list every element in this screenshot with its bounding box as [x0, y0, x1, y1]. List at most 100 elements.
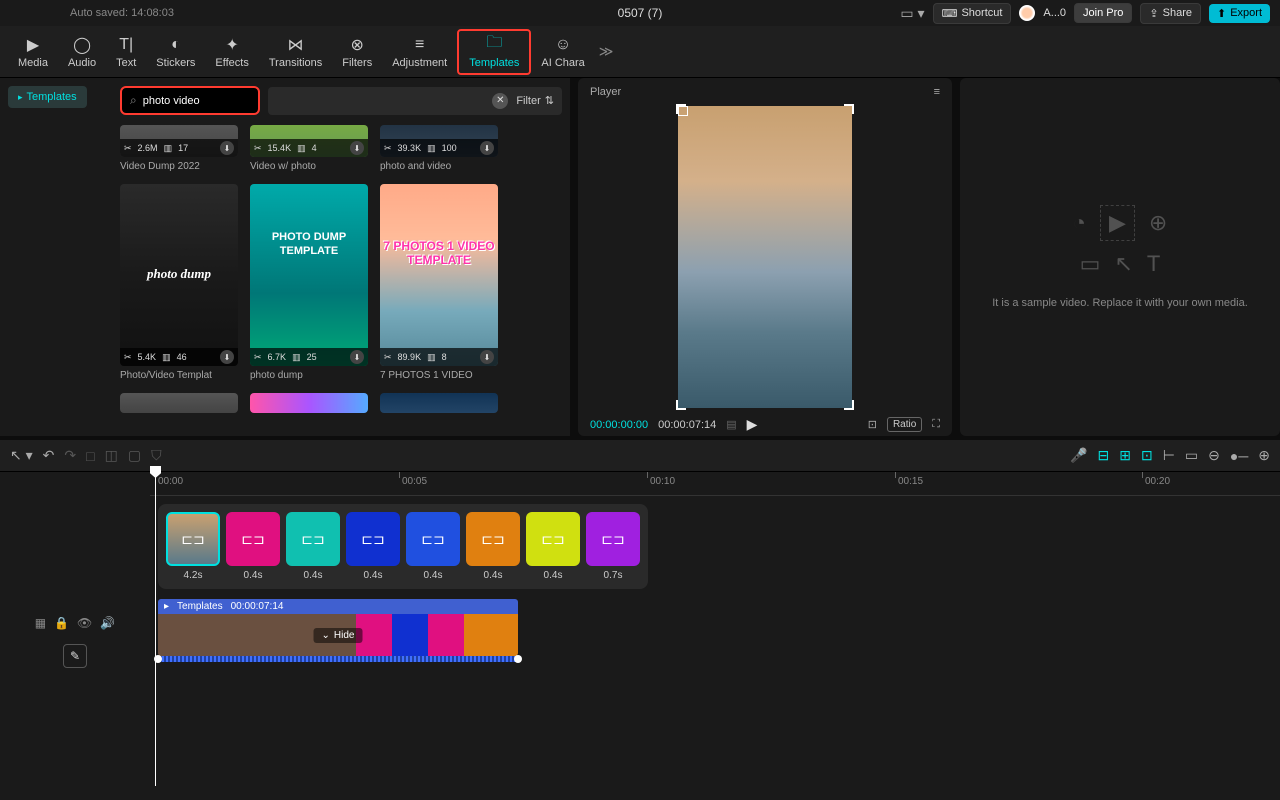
- template-card[interactable]: 7 PHOTOS 1 VIDEO TEMPLATE✂89.9K▥8⬇ 7 PHO…: [380, 184, 498, 381]
- zoom-in-button[interactable]: ⊕: [1258, 447, 1270, 464]
- hide-button[interactable]: ⌄Hide: [314, 628, 363, 643]
- track-audio-waveform[interactable]: [158, 656, 518, 662]
- template-card[interactable]: ✂15.4K▥4⬇ Video w/ photo: [250, 125, 368, 172]
- tab-stickers[interactable]: ◐Stickers: [146, 31, 205, 73]
- clip-duration: 0.4s: [424, 570, 443, 581]
- join-pro-button[interactable]: Join Pro: [1074, 3, 1132, 23]
- clip-thumbnail[interactable]: ⊏⊐: [586, 512, 640, 566]
- clip-thumbnail[interactable]: ⊏⊐: [406, 512, 460, 566]
- video-preview[interactable]: [678, 106, 852, 408]
- zoom-out-button[interactable]: ⊖: [1208, 447, 1220, 464]
- avatar[interactable]: [1019, 5, 1035, 21]
- adjustment-icon: ≡: [415, 35, 424, 55]
- fullscreen-icon[interactable]: ⛶: [932, 418, 940, 431]
- tab-adjustment[interactable]: ≡Adjustment: [382, 31, 457, 73]
- tab-filters[interactable]: ⊗Filters: [332, 31, 382, 73]
- track-header[interactable]: ▸ Templates 00:00:07:14: [158, 599, 518, 614]
- track-clip[interactable]: ⌄Hide: [158, 614, 518, 656]
- undo-button[interactable]: ↶: [43, 447, 55, 464]
- download-icon[interactable]: ⬇: [350, 350, 364, 364]
- tab-audio[interactable]: ◯Audio: [58, 31, 106, 73]
- transitions-icon: ⋈: [288, 35, 304, 55]
- clip-duration: 0.4s: [484, 570, 503, 581]
- download-icon[interactable]: ⬇: [480, 141, 494, 155]
- align-button[interactable]: ⊢: [1163, 447, 1175, 464]
- filter-icon: ⇅: [545, 94, 554, 107]
- tab-templates[interactable]: 🗀Templates: [457, 29, 531, 75]
- track-mute-icon[interactable]: 🔊: [100, 616, 115, 630]
- edit-track-button[interactable]: ✎: [63, 644, 87, 668]
- mic-button[interactable]: 🎤: [1070, 447, 1087, 464]
- track-lock-icon[interactable]: 🔒: [54, 616, 69, 630]
- tool-1[interactable]: ⊟: [1098, 447, 1110, 464]
- clip-thumbnail[interactable]: ⊏⊐: [526, 512, 580, 566]
- timeline-ruler[interactable]: 00:00 00:05 00:10 00:15 00:20: [150, 472, 1280, 496]
- clip-item[interactable]: ⊏⊐0.4s: [346, 512, 400, 581]
- zoom-slider[interactable]: ●─: [1230, 448, 1248, 464]
- compare-icon[interactable]: ▤: [726, 418, 736, 431]
- download-icon[interactable]: ⬇: [480, 350, 494, 364]
- snap-button[interactable]: ▭: [1185, 447, 1198, 464]
- category-templates[interactable]: Templates: [8, 86, 87, 108]
- play-button[interactable]: ▶: [747, 416, 758, 433]
- tab-ai-chars[interactable]: ☺AI Chara: [531, 31, 594, 73]
- clip-item[interactable]: ⊏⊐ 0.4s: [226, 512, 280, 581]
- clip-item[interactable]: ⊏⊐ 0.4s: [406, 512, 460, 581]
- tool-3[interactable]: ⊡: [1141, 447, 1153, 464]
- tab-transitions[interactable]: ⋈Transitions: [259, 31, 332, 73]
- clip-thumbnail[interactable]: ⊏⊐: [346, 512, 400, 566]
- pie-icon: ◔: [1073, 210, 1086, 236]
- share-button[interactable]: ⇪Share: [1140, 3, 1201, 24]
- templates-icon: 🗀: [486, 35, 502, 55]
- clip-duration: 0.4s: [244, 570, 263, 581]
- clip-thumbnail[interactable]: ⊏⊐: [166, 512, 220, 566]
- tab-text[interactable]: T|Text: [106, 31, 146, 73]
- track-icon: ▸: [164, 601, 169, 612]
- tab-effects[interactable]: ✦Effects: [205, 31, 258, 73]
- template-name: 7 PHOTOS 1 VIDEO: [380, 370, 498, 381]
- split-button[interactable]: □: [86, 448, 94, 464]
- filter-button[interactable]: Filter⇅: [516, 94, 554, 107]
- template-card[interactable]: ✂2.6M▥17⬇ Video Dump 2022: [120, 125, 238, 172]
- ratio-button[interactable]: Ratio: [887, 417, 922, 432]
- selection-tool[interactable]: ↖ ▾: [10, 447, 33, 464]
- clip-thumbnail[interactable]: ⊏⊐: [286, 512, 340, 566]
- crop-icon[interactable]: ⊡: [868, 418, 877, 431]
- export-button[interactable]: ⬆Export: [1209, 4, 1270, 23]
- shield-icon[interactable]: ⛉: [151, 447, 162, 464]
- clear-search-button[interactable]: ✕: [492, 93, 508, 109]
- track-grid-icon[interactable]: ▦: [35, 616, 46, 630]
- player-menu-button[interactable]: ≡: [934, 86, 940, 98]
- track-eye-icon[interactable]: 👁: [77, 616, 92, 630]
- download-icon[interactable]: ⬇: [350, 141, 364, 155]
- clip-item[interactable]: ⊏⊐ 0.4s: [466, 512, 520, 581]
- clip-item[interactable]: ⊏⊐4.2s: [166, 512, 220, 581]
- redo-button[interactable]: ↷: [64, 447, 76, 464]
- clip-thumbnail[interactable]: ⊏⊐: [226, 512, 280, 566]
- template-card[interactable]: [250, 393, 368, 413]
- search-input-wrapper[interactable]: ⌕: [120, 86, 260, 115]
- template-card[interactable]: [120, 393, 238, 413]
- template-name: photo dump: [250, 370, 368, 381]
- template-card[interactable]: [380, 393, 498, 413]
- download-icon[interactable]: ⬇: [220, 141, 234, 155]
- download-icon[interactable]: ⬇: [220, 350, 234, 364]
- tab-media[interactable]: ▶Media: [8, 31, 58, 73]
- crop-button[interactable]: ◫: [105, 447, 118, 464]
- template-card[interactable]: ✂39.3K▥100⬇ photo and video: [380, 125, 498, 172]
- frame-button[interactable]: ▢: [128, 447, 141, 464]
- template-card[interactable]: PHOTO DUMP TEMPLATE✂6.7K▥25⬇ photo dump: [250, 184, 368, 381]
- more-tabs-button[interactable]: ≫: [599, 43, 614, 60]
- filters-icon: ⊗: [351, 35, 364, 55]
- template-card[interactable]: photo dump✂5.4K▥46⬇ Photo/Video Templat: [120, 184, 238, 381]
- clip-item[interactable]: ⊏⊐0.7s: [586, 512, 640, 581]
- search-input[interactable]: [143, 95, 250, 107]
- clip-thumbnail[interactable]: ⊏⊐: [466, 512, 520, 566]
- tool-2[interactable]: ⊞: [1119, 447, 1131, 464]
- playhead[interactable]: [155, 466, 156, 786]
- clip-item[interactable]: ⊏⊐0.4s: [526, 512, 580, 581]
- shortcut-button[interactable]: ⌨Shortcut: [933, 3, 1012, 24]
- aspect-icon[interactable]: ▭ ▾: [900, 5, 924, 22]
- clip-item[interactable]: ⊏⊐0.4s: [286, 512, 340, 581]
- chevron-down-icon: ⌄: [322, 630, 330, 641]
